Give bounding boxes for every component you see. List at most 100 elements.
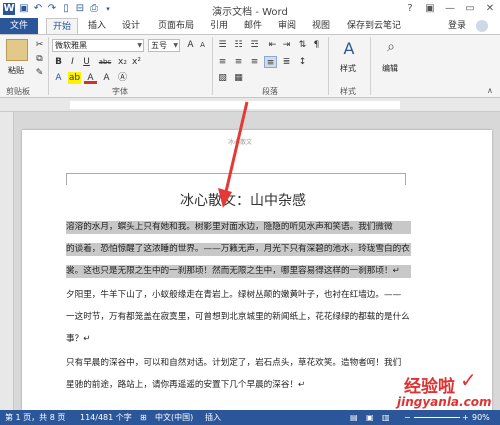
increase-indent-icon[interactable]: ⇥ [280, 39, 293, 51]
italic-button[interactable]: I [66, 56, 79, 68]
text-line[interactable]: 只有早晨的深谷中，可以和自然对话。计划定了，岩石点头，草花欢笑。造物者呵！我们 [66, 357, 411, 370]
web-layout-icon[interactable]: ▥ [382, 410, 390, 425]
format-painter-icon[interactable]: ✎ [33, 67, 46, 79]
copy-icon[interactable]: ⧉ [33, 53, 46, 65]
checkmark-icon: ✓ [460, 368, 477, 392]
align-center-icon[interactable]: ≡ [232, 56, 245, 68]
show-marks-icon[interactable]: ¶ [310, 39, 323, 51]
tab-file[interactable]: 文件 [0, 18, 38, 34]
ribbon-tabs: 文件 开始 插入 设计 页面布局 引用 邮件 审阅 视图 保存到云笔记 登录 [0, 18, 500, 34]
subscript-button[interactable]: x₂ [116, 56, 129, 68]
paste-icon[interactable] [6, 39, 28, 61]
sort-icon[interactable]: ⇅ [296, 39, 309, 51]
group-divider [328, 37, 329, 95]
zoom-in-icon[interactable]: + [462, 410, 469, 425]
margin-corner-right [405, 173, 406, 185]
group-divider [48, 37, 49, 95]
enclose-char-icon[interactable]: Ⓐ [116, 72, 129, 84]
shading-icon[interactable]: ▨ [216, 72, 229, 84]
read-mode-icon[interactable]: ▤ [350, 410, 358, 425]
page-count[interactable]: 第 1 页，共 8 页 [5, 410, 65, 425]
group-divider [212, 37, 213, 95]
underline-button[interactable]: U [80, 56, 93, 68]
text-line-selected[interactable]: 裳。这也只是无限之生中的一刹那顷！然而无限之生中，哪里容易得这样的一刹那顷！↵ [66, 265, 411, 278]
spelling-icon[interactable]: ⊞ [140, 410, 147, 425]
numbering-icon[interactable]: ☷ [232, 39, 245, 51]
editing-button[interactable]: 编辑 [382, 63, 398, 74]
text-line[interactable]: 一这时节，万有都笼盖在寂寞里，可曾想到北京城里的新闻纸上，花花绿绿的都载的是什么 [66, 311, 411, 324]
tab-home[interactable]: 开始 [46, 18, 78, 34]
strikethrough-button[interactable]: abc [96, 56, 114, 68]
bullets-icon[interactable]: ☰ [216, 39, 229, 51]
align-right-icon[interactable]: ≡ [248, 56, 261, 68]
highlight-icon[interactable]: ab [68, 72, 81, 84]
title-bar: W ▣ ↶ ↷ ▯ ⊟ ⎙ ▾ 演示文档 - Word ? ▣ — ▭ ✕ [0, 0, 500, 18]
vertical-ruler[interactable] [0, 112, 14, 410]
group-divider [370, 37, 371, 95]
text-line[interactable]: 星驰的前途，路站上，请你再遥遥的安置下几个早晨的深谷！↵ [66, 379, 411, 392]
word-count[interactable]: 114/481 个字 [80, 410, 132, 425]
tab-view[interactable]: 视图 [308, 18, 334, 34]
help-button[interactable]: ? [400, 1, 420, 17]
login-link[interactable]: 登录 [448, 18, 466, 34]
char-shading-icon[interactable]: A [100, 72, 113, 84]
arrow-head [218, 188, 232, 208]
clipboard-group-label: 剪贴板 [6, 87, 30, 96]
close-button[interactable]: ✕ [480, 1, 500, 17]
decrease-indent-icon[interactable]: ⇤ [266, 39, 279, 51]
font-group-label: 字体 [112, 87, 128, 96]
collapse-ribbon-icon[interactable]: ∧ [487, 86, 493, 95]
ribbon-display-button[interactable]: ▣ [420, 1, 440, 17]
minimize-button[interactable]: — [440, 1, 460, 17]
text-line-selected[interactable]: 的谈着，恐怕惊醒了这浓睡的世界。——万籁无声，月光下只有深碧的池水，玲珑雪白的衣 [66, 243, 411, 256]
align-left-icon[interactable]: ≡ [216, 56, 229, 68]
font-color-button[interactable]: A [84, 72, 97, 84]
text-line[interactable]: 事？↵ [66, 333, 411, 346]
styles-icon[interactable]: A [338, 39, 360, 59]
distributed-icon[interactable]: ≣ [280, 56, 293, 68]
zoom-out-icon[interactable]: − [404, 410, 411, 425]
text-effects-icon[interactable]: A [52, 72, 65, 84]
multilevel-list-icon[interactable]: ☲ [248, 39, 261, 51]
tab-save-to-cloud[interactable]: 保存到云笔记 [341, 18, 407, 34]
font-name-value: 微软雅黑 [55, 41, 87, 50]
chevron-down-icon: ▼ [137, 42, 142, 49]
styles-button[interactable]: 样式 [340, 63, 356, 74]
edit-mode-status[interactable]: 插入 [205, 410, 221, 425]
borders-icon[interactable]: ▦ [232, 72, 245, 84]
arrow-shaft [223, 101, 249, 197]
document-title[interactable]: 冰心散文：山中杂感 [180, 190, 360, 210]
print-layout-icon[interactable]: ▣ [366, 410, 374, 425]
tab-mailings[interactable]: 邮件 [240, 18, 266, 34]
font-size-combo[interactable]: 五号 ▼ [148, 39, 180, 52]
paste-button-label[interactable]: 粘贴 [8, 65, 24, 76]
text-line-selected[interactable]: 溶溶的水月，螟头上只有她和我。树影里对面水边，隐隐的听见水声和笑语。我们微微 [66, 221, 411, 234]
tab-page-layout[interactable]: 页面布局 [153, 18, 199, 34]
tab-design[interactable]: 设计 [118, 18, 144, 34]
bold-button[interactable]: B [52, 56, 65, 68]
tab-insert[interactable]: 插入 [84, 18, 110, 34]
annotation-arrow-icon [218, 101, 249, 208]
status-bar: 第 1 页，共 8 页 114/481 个字 ⊞ 中文(中国) 插入 ▤ ▣ ▥… [0, 410, 500, 425]
tab-review[interactable]: 审阅 [274, 18, 300, 34]
avatar[interactable] [476, 20, 488, 32]
ribbon: 粘贴 ✂ ⧉ ✎ 剪贴板 微软雅黑 ▼ 五号 ▼ A A B I U abc x₂ … [0, 34, 500, 98]
cut-icon[interactable]: ✂ [33, 39, 46, 51]
zoom-slider[interactable] [414, 417, 460, 418]
justify-icon[interactable]: ≡ [264, 56, 277, 68]
margin-corner-left [66, 173, 67, 185]
font-size-value: 五号 [151, 41, 167, 50]
superscript-button[interactable]: x² [130, 56, 143, 68]
watermark-url: jingyanla.com [397, 395, 492, 409]
tab-references[interactable]: 引用 [206, 18, 232, 34]
shrink-font-icon[interactable]: A [196, 39, 209, 51]
watermark-logo-text: 经验啦 [404, 377, 455, 397]
font-name-combo[interactable]: 微软雅黑 ▼ [52, 39, 144, 52]
restore-button[interactable]: ▭ [460, 1, 480, 17]
find-icon[interactable]: ⌕ [380, 39, 402, 59]
chevron-down-icon: ▼ [173, 42, 178, 49]
zoom-level[interactable]: 90% [472, 410, 490, 425]
language-status[interactable]: 中文(中国) [155, 410, 193, 425]
text-line[interactable]: 夕阳里，牛羊下山了，小蚁般缘走在青岩上。绿树丛颠的嫩黄叶子，也衬在红墙边。—— [66, 289, 411, 302]
line-spacing-icon[interactable]: ↕ [296, 56, 309, 68]
